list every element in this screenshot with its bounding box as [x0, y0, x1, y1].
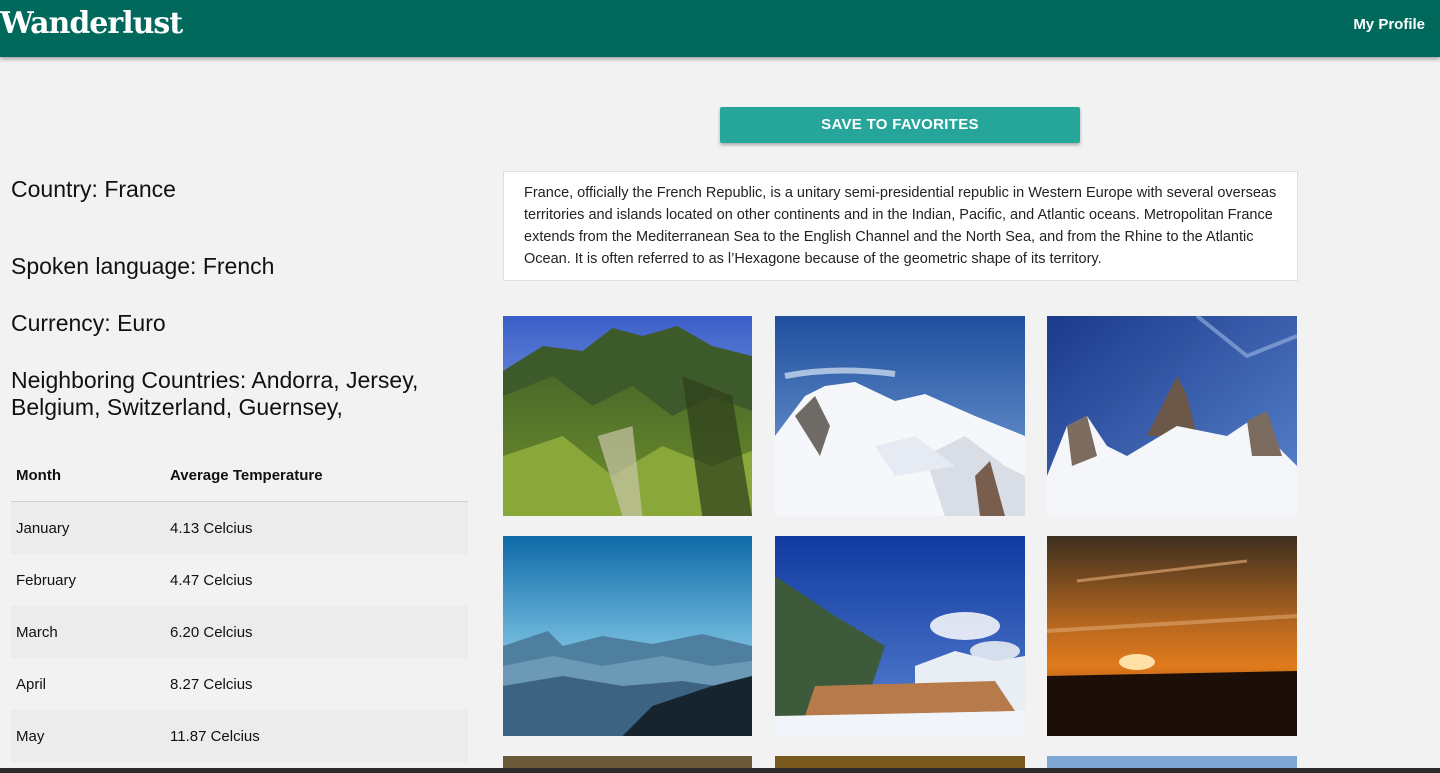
save-to-favorites-button[interactable]: SAVE TO FAVORITES — [720, 107, 1080, 143]
table-row: March 6.20 Celcius — [11, 606, 468, 658]
gallery-photo[interactable] — [1047, 536, 1297, 736]
month-cell: April — [16, 675, 47, 693]
table-row: January 4.13 Celcius — [11, 502, 468, 554]
gallery-photo[interactable] — [503, 756, 752, 768]
temperature-cell: 4.13 Celcius — [170, 519, 253, 537]
my-profile-link[interactable]: My Profile — [1353, 16, 1425, 33]
gallery-photo[interactable] — [503, 536, 752, 736]
table-row: May 11.87 Celcius — [11, 710, 468, 762]
gallery-photo[interactable] — [503, 316, 752, 516]
window-bottom-edge — [0, 768, 1440, 773]
gallery-photo[interactable] — [775, 756, 1025, 768]
gallery-photo[interactable] — [775, 536, 1025, 736]
temperature-table: Month Average Temperature January 4.13 C… — [11, 450, 468, 762]
country-description: France, officially the French Republic, … — [503, 171, 1298, 281]
header-average-temperature: Average Temperature — [170, 467, 323, 484]
temperature-cell: 11.87 Celcius — [170, 727, 260, 745]
temperature-cell: 4.47 Celcius — [170, 571, 253, 589]
table-header: Month Average Temperature — [11, 450, 468, 502]
header-month: Month — [16, 467, 61, 484]
gallery-photo[interactable] — [1047, 316, 1297, 516]
month-cell: February — [16, 571, 77, 589]
temperature-cell: 8.27 Celcius — [170, 675, 253, 693]
table-row: February 4.47 Celcius — [11, 554, 468, 606]
currency: Currency: Euro — [11, 310, 166, 336]
temperature-cell: 6.20 Celcius — [170, 623, 253, 641]
month-cell: March — [16, 623, 58, 641]
neighboring-countries: Neighboring Countries: Andorra, Jersey, … — [11, 367, 419, 420]
country-name: Country: France — [11, 176, 176, 202]
gallery-photo[interactable] — [1047, 756, 1297, 768]
gallery-photo[interactable] — [775, 316, 1025, 516]
month-cell: May — [16, 727, 45, 745]
spoken-language: Spoken language: French — [11, 253, 275, 279]
brand-logo[interactable]: Wanderlust — [0, 6, 183, 41]
navbar: Wanderlust My Profile — [0, 0, 1440, 57]
month-cell: January — [16, 519, 70, 537]
table-row: April 8.27 Celcius — [11, 658, 468, 710]
